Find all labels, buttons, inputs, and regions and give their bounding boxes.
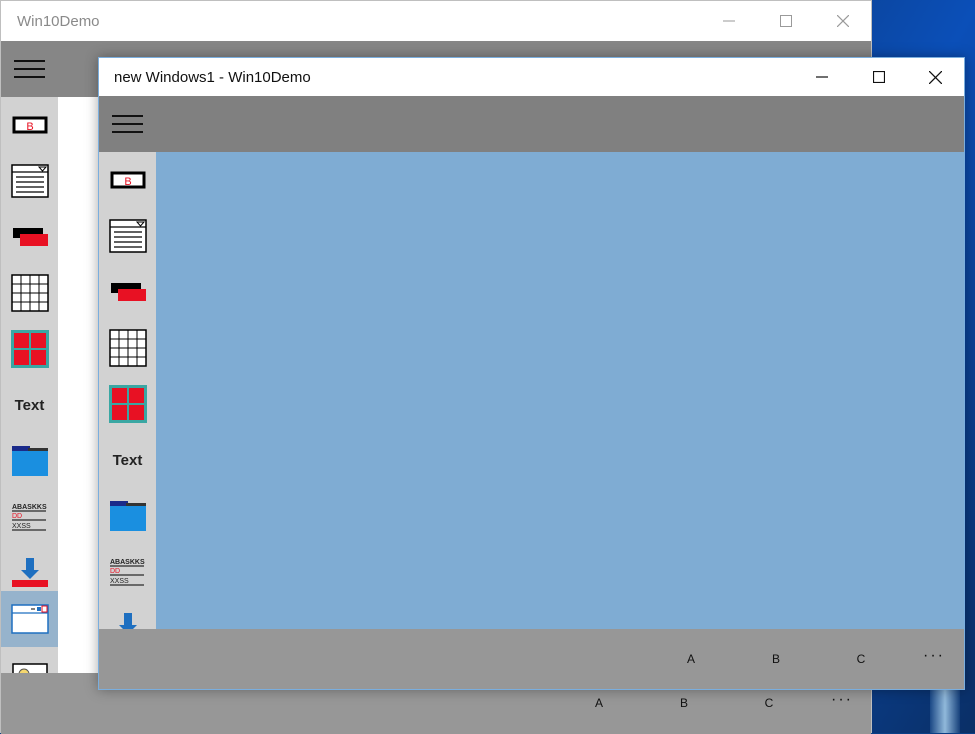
front-window-titlebar[interactable]: new Windows1 - Win10Demo xyxy=(99,58,964,96)
minimize-icon xyxy=(815,76,828,78)
svg-text:B: B xyxy=(124,176,131,188)
close-icon xyxy=(836,15,849,27)
download-arrow-icon xyxy=(11,558,48,587)
back-command-b-button[interactable]: B xyxy=(669,696,699,710)
download-arrow-icon xyxy=(118,613,137,629)
nav-item-download-control[interactable] xyxy=(99,600,156,629)
nav-item-text-control[interactable]: Text xyxy=(99,432,156,488)
nav-item-button-control[interactable]: B xyxy=(99,152,156,208)
folder-icon xyxy=(11,446,48,476)
back-window-title: Win10Demo xyxy=(17,12,100,30)
stacked-panels-icon xyxy=(110,283,146,301)
stacked-panels-icon xyxy=(12,228,48,246)
front-window-sidebar: B Text ABASKKS DD XXSS xyxy=(99,152,156,629)
nav-item-image-control[interactable] xyxy=(1,647,58,673)
text-control-label: Text xyxy=(14,396,45,414)
back-maximize-button[interactable] xyxy=(757,1,814,41)
back-minimize-button[interactable] xyxy=(700,1,757,41)
back-command-a-button[interactable]: A xyxy=(584,696,614,710)
front-window-header xyxy=(99,96,964,152)
window-icon xyxy=(10,604,49,634)
combobox-control-icon xyxy=(108,219,147,253)
nav-item-grid-control[interactable] xyxy=(1,265,58,321)
nav-item-text-control[interactable]: Text xyxy=(1,377,58,433)
button-control-icon: B xyxy=(12,116,47,134)
back-hamburger-menu-button[interactable] xyxy=(14,58,46,80)
text-control-label: Text xyxy=(112,451,143,469)
back-more-options-button[interactable]: ··· xyxy=(831,691,853,709)
list-icon-line1: ABASKKS xyxy=(110,559,145,566)
list-text-icon: ABASKKS DD XXSS xyxy=(11,504,47,531)
list-text-icon: ABASKKS DD XXSS xyxy=(109,559,145,586)
nav-item-button-control[interactable]: B xyxy=(1,97,58,153)
nav-item-tile-control[interactable] xyxy=(1,321,58,377)
list-icon-line1: ABASKKS xyxy=(12,504,47,511)
image-frame-icon xyxy=(11,663,48,673)
list-icon-line3: XXSS xyxy=(110,578,129,585)
grid-icon xyxy=(10,274,49,312)
list-icon-line2: DD xyxy=(12,513,22,520)
svg-text:B: B xyxy=(26,121,33,133)
nav-item-combobox-control[interactable] xyxy=(1,153,58,209)
front-window-caption-buttons xyxy=(793,58,964,96)
front-command-bar: A B C ··· xyxy=(99,629,964,689)
nav-item-list-control[interactable]: ABASKKS DD XXSS xyxy=(1,489,58,545)
tile-grid-icon xyxy=(10,330,49,368)
nav-item-grid-control[interactable] xyxy=(99,320,156,376)
nav-item-list-control[interactable]: ABASKKS DD XXSS xyxy=(99,544,156,600)
close-icon xyxy=(929,70,942,84)
front-minimize-button[interactable] xyxy=(793,58,850,96)
front-command-a-button[interactable]: A xyxy=(676,652,706,666)
front-command-c-button[interactable]: C xyxy=(846,652,876,666)
back-close-button[interactable] xyxy=(814,1,871,41)
front-window: new Windows1 - Win10Demo B Text ABASKKS … xyxy=(98,57,965,690)
maximize-icon xyxy=(779,15,792,27)
front-window-title: new Windows1 - Win10Demo xyxy=(114,68,311,86)
nav-item-folder-control[interactable] xyxy=(1,433,58,489)
back-command-c-button[interactable]: C xyxy=(754,696,784,710)
back-window-caption-buttons xyxy=(700,1,871,41)
front-hamburger-menu-button[interactable] xyxy=(112,113,144,135)
back-window-sidebar: B Text ABASKKS DD XXSS xyxy=(1,97,58,673)
tile-grid-icon xyxy=(108,385,147,423)
maximize-icon xyxy=(872,71,885,83)
list-icon-line2: DD xyxy=(110,568,120,575)
front-more-options-button[interactable]: ··· xyxy=(923,647,945,665)
nav-item-tile-control[interactable] xyxy=(99,376,156,432)
minimize-icon xyxy=(722,20,735,22)
nav-item-window-control[interactable] xyxy=(1,591,58,647)
nav-item-stacked-control[interactable] xyxy=(1,209,58,265)
nav-item-stacked-control[interactable] xyxy=(99,264,156,320)
front-command-b-button[interactable]: B xyxy=(761,652,791,666)
front-maximize-button[interactable] xyxy=(850,58,907,96)
nav-item-folder-control[interactable] xyxy=(99,488,156,544)
combobox-control-icon xyxy=(10,164,49,198)
list-icon-line3: XXSS xyxy=(12,523,31,530)
grid-icon xyxy=(108,329,147,367)
nav-item-combobox-control[interactable] xyxy=(99,208,156,264)
back-window-titlebar[interactable]: Win10Demo xyxy=(1,1,871,41)
front-window-content xyxy=(156,152,964,629)
front-close-button[interactable] xyxy=(907,58,964,96)
folder-icon xyxy=(109,501,146,531)
button-control-icon: B xyxy=(110,171,145,189)
